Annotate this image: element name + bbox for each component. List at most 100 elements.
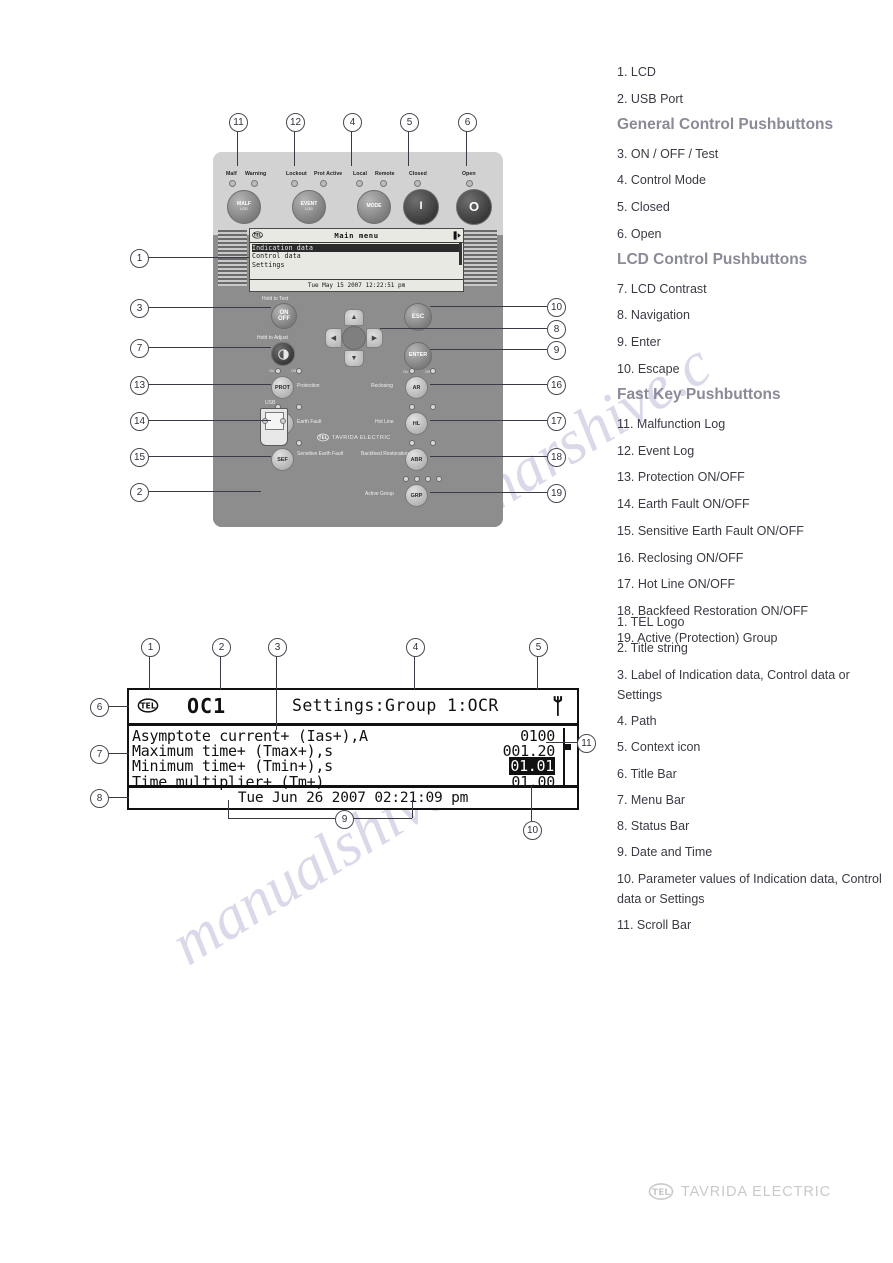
legend-heading-general-control: General Control Pushbuttons	[617, 116, 834, 133]
legend-item-1: 1. LCD	[617, 65, 656, 79]
protection-label: Protection	[297, 383, 320, 389]
hold-to-test-label: Hold to Test	[262, 296, 289, 302]
callout-line-9	[430, 349, 547, 350]
usb-label: USB	[265, 400, 276, 406]
event-log-button[interactable]: EVENT LOG	[292, 190, 326, 224]
lcd-scroll-bar[interactable]	[459, 243, 462, 265]
callout-line-6	[466, 130, 467, 166]
callout2-line-6	[107, 706, 129, 707]
protection-button[interactable]: PROT	[271, 376, 294, 399]
on-off-test-button[interactable]: ON OFF	[271, 303, 297, 329]
callout-2: 2	[130, 483, 149, 502]
table-row[interactable]: Asymptote current+ (Ias+),A 0100	[132, 727, 577, 745]
legend-item-15: 15. Sensitive Earth Fault ON/OFF	[617, 523, 804, 538]
table-row[interactable]: Maximum time+ (Tmax+),s 001.20	[132, 742, 577, 760]
lcd-menu-list[interactable]: Indication data Control data Settings	[250, 243, 463, 269]
legend2-item-6: 6. Title Bar	[617, 766, 677, 781]
lcd-detail-status-bar: Tue Jun 26 2007 02:21:09 pm	[129, 785, 577, 808]
lcd-contrast-button[interactable]	[271, 342, 295, 366]
led-label-warning: Warning	[245, 171, 267, 177]
device-control-panel: Malf Warning Lockout Prot Active Local R…	[213, 152, 503, 527]
lcd-detail-menu-bar[interactable]: Asymptote current+ (Ias+),A 0100 Maximum…	[129, 726, 577, 791]
table-row[interactable]: Minimum time+ (Tmin+),s 01.01	[132, 757, 577, 776]
lcd-menu-item-settings[interactable]: Settings	[252, 261, 461, 269]
nav-hub	[342, 326, 366, 350]
control-mode-button[interactable]: MODE	[357, 190, 391, 224]
nav-left-icon[interactable]: ◀	[325, 328, 342, 348]
led-remote	[380, 180, 387, 187]
hot-line-button[interactable]: HL	[405, 412, 428, 435]
led-ef-off	[296, 404, 302, 410]
legend2-item-7: 7. Menu Bar	[617, 792, 686, 807]
callout2-line-9d	[412, 800, 413, 818]
tel-logo-icon: TEL	[252, 231, 263, 239]
callout-8: 8	[547, 320, 566, 339]
panel-brand: TEL TAVRIDA ELECTRIC	[317, 433, 391, 442]
malf-log-label-2: LOG	[240, 206, 248, 211]
callout-line-3	[147, 307, 271, 308]
closed-button[interactable]: I	[403, 189, 439, 225]
led-group-1	[403, 476, 409, 482]
callout2-7: 7	[90, 745, 109, 764]
callout-16: 16	[547, 376, 566, 395]
lcd-status-bar: Tue May 15 2007 12:22:51 pm	[250, 279, 463, 291]
usb-screw-right	[280, 418, 286, 424]
callout-17: 17	[547, 412, 566, 431]
led-label-local: Local	[353, 171, 368, 177]
callout-11: 11	[229, 113, 248, 132]
callout-9: 9	[547, 341, 566, 360]
legend-item-16: 16. Reclosing ON/OFF	[617, 550, 744, 565]
lcd-menu-item-control-data[interactable]: Control data	[252, 252, 461, 260]
escape-button[interactable]: ESC	[404, 303, 432, 331]
led-prot-active	[320, 180, 327, 187]
led-malf	[229, 180, 236, 187]
callout2-line-9c	[352, 818, 412, 819]
led-group-4	[436, 476, 442, 482]
nav-up-icon[interactable]: ▲	[344, 309, 364, 326]
callout2-8: 8	[90, 789, 109, 808]
callout2-4: 4	[406, 638, 425, 657]
mode-label: MODE	[366, 203, 382, 210]
callout-line-19	[430, 492, 547, 493]
lcd-detail-diagram: TEL OC1 Settings:Group 1:OCR Asymptote c…	[127, 688, 579, 810]
callout-line-18	[430, 456, 547, 457]
led-abr-off	[430, 440, 436, 446]
malf-log-button[interactable]: MALF LOG	[227, 190, 261, 224]
sef-key-label: SEF	[277, 456, 288, 463]
nav-right-icon[interactable]: ▶	[366, 328, 383, 348]
open-button[interactable]: O	[456, 189, 492, 225]
callout2-line-7	[107, 753, 129, 754]
active-group-button[interactable]: GRP	[405, 484, 428, 507]
legend-item-7: 7. LCD Contrast	[617, 281, 707, 296]
callout2-line-8	[107, 797, 129, 798]
navigation-pad[interactable]: ▲ ◀ ▶ ▼	[325, 309, 383, 367]
led-lockout	[291, 180, 298, 187]
prot-key-label: PROT	[275, 384, 290, 391]
open-symbol: O	[468, 199, 480, 215]
nav-down-icon[interactable]: ▼	[344, 350, 364, 367]
callout-line-5	[408, 130, 409, 166]
enter-button[interactable]: ENTER	[404, 342, 432, 370]
lcd-display[interactable]: TEL Main menu Indication data Control da…	[249, 228, 464, 292]
callout2-6: 6	[90, 698, 109, 717]
lcd-menu-item-indication-data[interactable]: Indication data	[252, 244, 461, 253]
legend-item-6: 6. Open	[617, 226, 662, 241]
legend2-item-9: 9. Date and Time	[617, 845, 713, 860]
lcd-title-bar: TEL Main menu	[250, 229, 463, 243]
led-ar-off	[430, 368, 436, 374]
reclosing-button[interactable]: AR	[405, 376, 428, 399]
earth-fault-label: Earth Fault	[297, 419, 322, 425]
usb-port[interactable]	[260, 408, 288, 446]
hl-key-label: HL	[412, 420, 421, 427]
legend-item-13: 13. Protection ON/OFF	[617, 470, 745, 485]
tel-logo-icon: TEL	[648, 1183, 674, 1200]
lcd-detail-path: Settings:Group 1:OCR	[292, 696, 499, 715]
lcd-detail-scroll-bar[interactable]	[563, 728, 569, 786]
callout-13: 13	[130, 376, 149, 395]
callout-6: 6	[458, 113, 477, 132]
sensitive-earth-fault-label-1: Sensitive Earth Fault	[297, 451, 344, 457]
callout-line-10	[430, 306, 547, 307]
wrench-context-icon[interactable]	[549, 695, 565, 717]
sensitive-earth-fault-button[interactable]: SEF	[271, 448, 294, 471]
lcd-detail-scroll-thumb[interactable]	[564, 744, 571, 750]
